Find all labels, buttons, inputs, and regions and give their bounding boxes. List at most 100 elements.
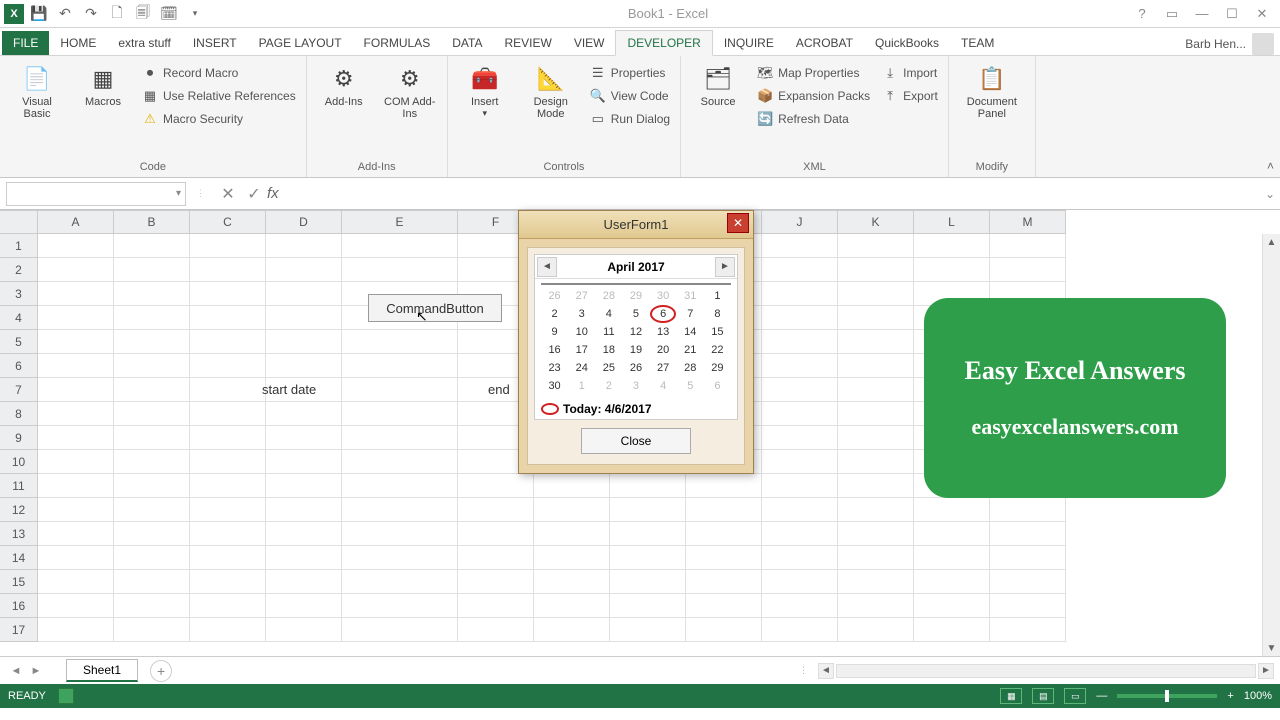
cell[interactable] (762, 426, 838, 450)
row-header[interactable]: 10 (0, 450, 38, 474)
design-mode-button[interactable]: 📐Design Mode (520, 62, 582, 122)
macros-button[interactable]: ▦Macros (72, 62, 134, 110)
tab-developer[interactable]: DEVELOPER (615, 30, 712, 56)
calendar-day[interactable]: 30 (650, 287, 677, 305)
cell[interactable] (190, 354, 266, 378)
tab-view[interactable]: VIEW (563, 31, 616, 55)
cell[interactable] (914, 234, 990, 258)
zoom-in-icon[interactable]: + (1227, 690, 1233, 702)
cell[interactable] (114, 594, 190, 618)
cell[interactable] (266, 354, 342, 378)
userform-window[interactable]: UserForm1 ✕ ◄ April 2017 ► 2627282930311… (518, 210, 754, 474)
cell[interactable] (990, 234, 1066, 258)
cell[interactable] (534, 474, 610, 498)
cell[interactable] (342, 546, 458, 570)
calendar-next-button[interactable]: ► (715, 257, 735, 277)
cell[interactable] (342, 378, 458, 402)
row-header[interactable]: 2 (0, 258, 38, 282)
row-header[interactable]: 16 (0, 594, 38, 618)
calendar-day[interactable]: 6 (704, 377, 731, 395)
cell[interactable] (342, 450, 458, 474)
calendar-day[interactable]: 29 (704, 359, 731, 377)
relative-refs-button[interactable]: ▦Use Relative References (138, 85, 300, 107)
cell[interactable] (534, 594, 610, 618)
cell[interactable] (838, 474, 914, 498)
cell[interactable] (266, 570, 342, 594)
cell[interactable] (838, 570, 914, 594)
help-icon[interactable]: ? (1130, 4, 1154, 24)
cell[interactable] (762, 282, 838, 306)
cell[interactable] (114, 618, 190, 642)
horizontal-scrollbar[interactable]: ⋮ ◄ ► (799, 663, 1274, 679)
cell[interactable] (610, 474, 686, 498)
column-header[interactable]: B (114, 210, 190, 234)
tab-quickbooks[interactable]: QuickBooks (864, 31, 950, 55)
cell[interactable] (38, 450, 114, 474)
tab-insert[interactable]: INSERT (182, 31, 248, 55)
cell[interactable] (762, 378, 838, 402)
calendar-day[interactable]: 3 (568, 305, 595, 323)
tab-extra-stuff[interactable]: extra stuff (107, 31, 181, 55)
record-macro-button[interactable]: ⏺Record Macro (138, 62, 300, 84)
cell[interactable] (38, 570, 114, 594)
cell[interactable] (838, 426, 914, 450)
calendar-day[interactable]: 28 (677, 359, 704, 377)
calendar-prev-button[interactable]: ◄ (537, 257, 557, 277)
cell[interactable] (114, 258, 190, 282)
calendar-day[interactable]: 28 (595, 287, 622, 305)
cell[interactable] (190, 450, 266, 474)
document-panel-button[interactable]: 📋Document Panel (955, 62, 1029, 122)
cell[interactable] (838, 306, 914, 330)
row-header[interactable]: 5 (0, 330, 38, 354)
com-addins-button[interactable]: ⚙COM Add-Ins (379, 62, 441, 122)
page-layout-view-icon[interactable]: ▤ (1032, 688, 1054, 704)
cell[interactable] (190, 426, 266, 450)
calendar-day[interactable]: 27 (568, 287, 595, 305)
cell[interactable] (838, 330, 914, 354)
calendar-day[interactable]: 17 (568, 341, 595, 359)
tab-review[interactable]: REVIEW (493, 31, 562, 55)
cell[interactable] (838, 618, 914, 642)
cell[interactable] (114, 282, 190, 306)
cell[interactable] (190, 234, 266, 258)
cell[interactable] (114, 498, 190, 522)
quickprint-icon[interactable]: 🗓 (158, 3, 180, 25)
cell[interactable] (838, 282, 914, 306)
calendar-day[interactable]: 5 (677, 377, 704, 395)
calendar-day[interactable]: 11 (595, 323, 622, 341)
userform-title-bar[interactable]: UserForm1 ✕ (519, 211, 753, 239)
export-button[interactable]: ⤒Export (878, 85, 942, 107)
cell[interactable] (190, 282, 266, 306)
row-header[interactable]: 15 (0, 570, 38, 594)
calendar-day[interactable]: 4 (650, 377, 677, 395)
cell[interactable] (190, 474, 266, 498)
calendar-day[interactable]: 12 (622, 323, 649, 341)
cell[interactable] (762, 306, 838, 330)
cell[interactable] (838, 594, 914, 618)
cell[interactable] (114, 426, 190, 450)
cell[interactable] (190, 522, 266, 546)
calendar-day[interactable]: 26 (622, 359, 649, 377)
fx-icon[interactable]: fx (267, 185, 289, 202)
cell[interactable] (838, 402, 914, 426)
row-header[interactable]: 9 (0, 426, 38, 450)
refresh-data-button[interactable]: 🔄Refresh Data (753, 108, 874, 130)
cancel-formula-icon[interactable]: ✕ (215, 181, 241, 207)
cell[interactable] (610, 546, 686, 570)
cell[interactable] (990, 522, 1066, 546)
row-header[interactable]: 8 (0, 402, 38, 426)
qat-more-icon[interactable]: ▾ (184, 3, 206, 25)
maximize-icon[interactable]: ☐ (1220, 4, 1244, 24)
cell[interactable] (534, 498, 610, 522)
calendar-day[interactable]: 7 (677, 305, 704, 323)
calendar-day[interactable]: 4 (595, 305, 622, 323)
collapse-ribbon-icon[interactable]: ˄ (1267, 159, 1274, 173)
cell[interactable] (762, 570, 838, 594)
addins-button[interactable]: ⚙Add-Ins (313, 62, 375, 110)
cell[interactable] (458, 570, 534, 594)
cell[interactable] (38, 402, 114, 426)
calendar-day[interactable]: 15 (704, 323, 731, 341)
tab-page-layout[interactable]: PAGE LAYOUT (248, 31, 353, 55)
cell[interactable] (342, 426, 458, 450)
cell[interactable] (762, 450, 838, 474)
